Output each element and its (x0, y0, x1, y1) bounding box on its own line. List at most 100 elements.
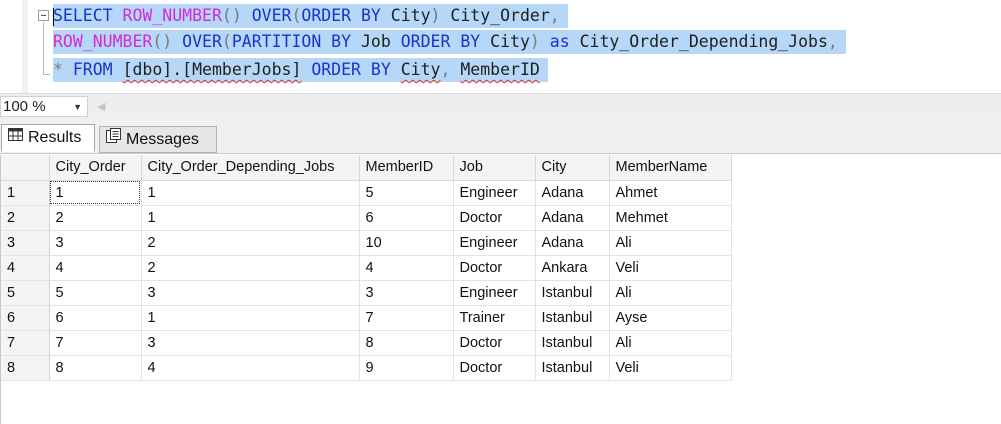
table-cell[interactable]: Doctor (453, 255, 536, 281)
tab-messages[interactable]: Messages (99, 126, 217, 153)
table-cell[interactable]: Engineer (453, 280, 536, 306)
code-token: , (827, 32, 838, 51)
row-header-corner[interactable] (1, 155, 50, 181)
code-token: () (221, 6, 252, 25)
table-cell[interactable]: 4 (141, 355, 360, 381)
code-token: City (480, 32, 530, 51)
dropdown-arrow-icon[interactable]: ▼ (73, 98, 82, 117)
table-row[interactable]: 3 3 2 10 Engineer Adana Ali (1, 230, 732, 256)
table-cell[interactable]: Ali (609, 280, 732, 306)
table-cell[interactable]: 1 (141, 205, 360, 231)
table-cell[interactable]: Doctor (453, 355, 536, 381)
results-grid[interactable]: City_Order City_Order_Depending_Jobs Mem… (0, 155, 1001, 424)
table-row[interactable]: 6 6 1 7 Trainer Istanbul Ayse (1, 305, 732, 331)
code-token: MemberID (460, 60, 540, 79)
table-cell[interactable]: Engineer (453, 180, 536, 206)
row-number[interactable]: 3 (1, 230, 50, 256)
table-cell[interactable]: Ayse (609, 305, 732, 331)
column-header[interactable]: City_Order_Depending_Jobs (141, 155, 360, 181)
table-cell[interactable]: 9 (359, 355, 454, 381)
table-cell[interactable]: 3 (141, 330, 360, 356)
tab-messages-label: Messages (126, 131, 199, 149)
code-token: () (152, 32, 183, 51)
row-number[interactable]: 2 (1, 205, 50, 231)
table-cell[interactable]: Istanbul (535, 355, 610, 381)
table-cell[interactable]: 7 (359, 305, 454, 331)
table-cell[interactable]: 4 (359, 255, 454, 281)
table-cell[interactable]: 2 (49, 205, 142, 231)
tab-results[interactable]: Results (1, 124, 95, 152)
table-cell[interactable]: Istanbul (535, 330, 610, 356)
code-token: City (380, 6, 431, 25)
table-cell[interactable]: 7 (49, 330, 142, 356)
table-cell[interactable]: 8 (359, 330, 454, 356)
table-cell[interactable]: Adana (535, 180, 610, 206)
table-cell[interactable]: Veli (609, 255, 732, 281)
table-cell[interactable]: Adana (535, 205, 610, 231)
table-row[interactable]: 5 5 3 3 Engineer Istanbul Ali (1, 280, 732, 306)
row-number[interactable]: 6 (1, 305, 50, 331)
column-header[interactable]: MemberName (609, 155, 732, 181)
row-number[interactable]: 5 (1, 280, 50, 306)
row-number[interactable]: 7 (1, 330, 50, 356)
code-line-1[interactable]: SELECT ROW_NUMBER() OVER(ORDER BY City) … (53, 4, 568, 28)
table-cell[interactable]: 6 (359, 205, 454, 231)
code-token: City_Order (450, 6, 550, 25)
code-token: Job (351, 32, 401, 51)
code-line-2[interactable]: ROW_NUMBER() OVER(PARTITION BY Job ORDER… (53, 30, 846, 54)
column-header[interactable]: Job (453, 155, 536, 181)
table-cell[interactable]: 1 (141, 305, 360, 331)
table-cell[interactable]: 3 (359, 280, 454, 306)
table-cell[interactable]: Doctor (453, 205, 536, 231)
column-header[interactable]: City_Order (49, 155, 142, 181)
table-cell[interactable]: 8 (49, 355, 142, 381)
messages-icon (106, 126, 121, 152)
table-cell[interactable]: Ali (609, 230, 732, 256)
table-cell[interactable]: Engineer (453, 230, 536, 256)
row-number[interactable]: 8 (1, 355, 50, 381)
table-cell[interactable]: 3 (141, 280, 360, 306)
table-cell[interactable]: Ali (609, 330, 732, 356)
table-cell[interactable]: Istanbul (535, 305, 610, 331)
table-cell[interactable]: Ankara (535, 255, 610, 281)
table-cell[interactable]: 2 (141, 255, 360, 281)
table-cell[interactable]: 10 (359, 230, 454, 256)
table-cell[interactable]: 5 (49, 280, 142, 306)
table-row[interactable]: 2 2 1 6 Doctor Adana Mehmet (1, 205, 732, 231)
table-row[interactable]: 1 1 1 5 Engineer Adana Ahmet (1, 180, 732, 206)
scroll-left-icon[interactable]: ◀ (97, 100, 105, 113)
table-cell[interactable]: Mehmet (609, 205, 732, 231)
table-cell[interactable]: 5 (359, 180, 454, 206)
table-cell[interactable]: Adana (535, 230, 610, 256)
table-cell[interactable]: 4 (49, 255, 142, 281)
table-cell[interactable]: 1 (49, 180, 142, 206)
row-number[interactable]: 1 (1, 180, 50, 206)
code-line-3[interactable]: * FROM [dbo].[MemberJobs] ORDER BY City,… (53, 58, 548, 82)
table-cell[interactable]: 1 (141, 180, 360, 206)
table-cell[interactable]: Veli (609, 355, 732, 381)
zoom-select[interactable]: 100 % ▼ (0, 96, 88, 117)
table-cell[interactable]: Istanbul (535, 280, 610, 306)
query-editor[interactable]: SELECT ROW_NUMBER() OVER(ORDER BY City) … (0, 0, 1001, 93)
table-cell[interactable]: Trainer (453, 305, 536, 331)
code-token: as (549, 32, 570, 51)
table-cell[interactable]: Ahmet (609, 180, 732, 206)
code-token: * (53, 60, 63, 79)
editor-gutter (22, 0, 28, 93)
table-cell[interactable]: Doctor (453, 330, 536, 356)
column-header[interactable]: City (535, 155, 610, 181)
table-cell[interactable]: 6 (49, 305, 142, 331)
column-header[interactable]: MemberID (359, 155, 454, 181)
collapse-toggle-icon[interactable] (38, 10, 49, 21)
results-table: City_Order City_Order_Depending_Jobs Mem… (1, 155, 732, 381)
table-row[interactable]: 7 7 3 8 Doctor Istanbul Ali (1, 330, 732, 356)
table-cell[interactable]: 2 (141, 230, 360, 256)
table-row[interactable]: 4 4 2 4 Doctor Ankara Veli (1, 255, 732, 281)
row-number[interactable]: 4 (1, 255, 50, 281)
table-row[interactable]: 8 8 4 9 Doctor Istanbul Veli (1, 355, 732, 381)
table-cell[interactable]: 3 (49, 230, 142, 256)
